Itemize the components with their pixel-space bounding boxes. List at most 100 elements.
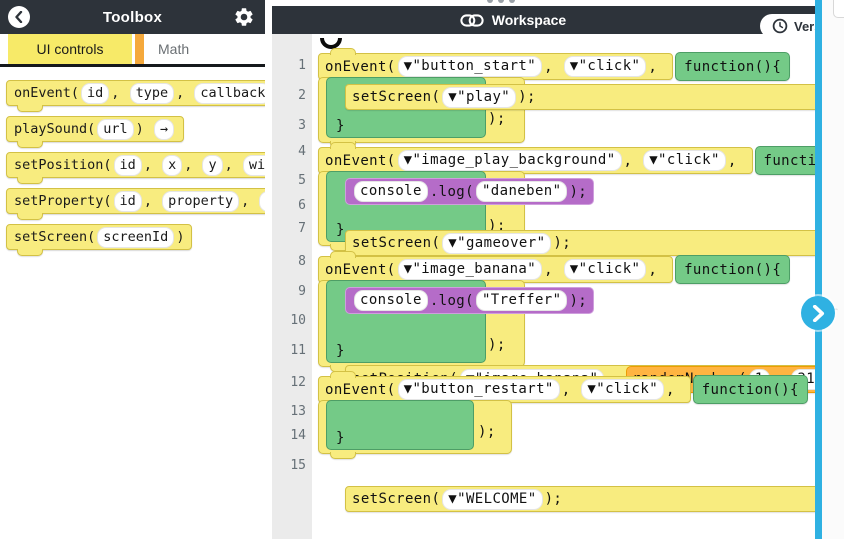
tab-label: Math <box>158 41 190 57</box>
block-connector <box>330 452 356 459</box>
code-text: setScreen( <box>14 229 96 245</box>
closing-brace: } <box>336 118 345 134</box>
code-text: , <box>111 85 128 101</box>
callback-arrow-chip: → <box>153 118 175 140</box>
code-text: setProperty( <box>14 193 112 209</box>
id-dropdown-chip[interactable]: ▼"image_play_background" <box>397 150 622 171</box>
screen-dropdown-chip[interactable]: ▼"play" <box>442 86 517 108</box>
param-chip: id <box>113 154 142 176</box>
back-button[interactable] <box>8 6 30 28</box>
screen-dropdown-chip[interactable]: ▼"gameover" <box>442 232 552 254</box>
closing-paren: ); <box>478 424 496 440</box>
tab-math[interactable]: Math <box>144 34 203 64</box>
code-text: setPosition( <box>14 157 112 173</box>
id-dropdown-chip[interactable]: ▼"image_banana" <box>397 259 543 280</box>
chevron-right-icon <box>812 304 824 322</box>
block-setscreen-welcome[interactable]: setScreen(▼"WELCOME"); <box>345 486 844 512</box>
block-console-log-treffer[interactable]: console .log("Treffer"); <box>345 287 595 314</box>
collapsed-panel-strip: r <box>822 0 844 539</box>
function-block[interactable]: function(){ <box>692 375 808 404</box>
toolbox-block-setposition[interactable]: setPosition(id, x, y, width, <box>6 152 265 184</box>
id-dropdown-chip[interactable]: ▼"button_start" <box>397 56 543 77</box>
screen-dropdown-chip[interactable]: ▼"WELCOME" <box>442 488 543 510</box>
block-connector <box>330 48 356 55</box>
event-dropdown-chip[interactable]: ▼"click" <box>643 150 726 171</box>
param-chip: type <box>129 82 175 104</box>
block-body[interactable]: playSound(url) → <box>6 116 185 142</box>
code-text: , <box>561 381 580 398</box>
code-text: ); <box>553 235 572 251</box>
string-chip[interactable]: "Treffer" <box>475 290 568 311</box>
block-connector <box>330 251 356 258</box>
event-dropdown-chip[interactable]: ▼"click" <box>581 379 665 400</box>
code-text: function(){ <box>684 261 782 278</box>
code-text: ) <box>176 229 185 245</box>
collapsed-panel-corner <box>833 0 844 18</box>
code-text: playSound( <box>14 121 96 137</box>
code-text: function(){ <box>684 58 782 75</box>
toolbox-block-playsound[interactable]: playSound(url) → <box>6 116 185 148</box>
onevent-call[interactable]: onEvent(▼"button_start", ▼"click", <box>318 48 674 80</box>
toolbox-title: Toolbox <box>102 8 163 26</box>
block-setscreen-gameover[interactable]: setScreen(▼"gameover"); <box>345 230 844 256</box>
block-body[interactable]: onEvent(id, type, callback) <box>6 80 265 106</box>
block-connector <box>17 105 43 112</box>
expand-panel-button[interactable] <box>801 296 835 330</box>
string-chip[interactable]: "daneben" <box>475 181 568 202</box>
onevent-call[interactable]: onEvent(▼"image_banana", ▼"click", <box>318 251 674 283</box>
code-text: .log( <box>429 183 474 200</box>
code-text: , <box>241 193 258 209</box>
code-text: onEvent( <box>325 152 396 169</box>
block-connector <box>17 213 43 220</box>
onevent-call[interactable]: onEvent(▼"image_play_background", ▼"clic… <box>318 142 753 174</box>
code-text: , <box>184 157 201 173</box>
code-text: onEvent( <box>325 261 396 278</box>
param-chip: screenId <box>97 226 175 248</box>
code-text: setScreen( <box>352 491 441 507</box>
event-dropdown-chip[interactable]: ▼"click" <box>563 259 647 280</box>
toolbox-block-setscreen[interactable]: setScreen(screenId) <box>6 224 193 256</box>
code-text: function(){ <box>701 381 799 398</box>
param-chip: callback <box>194 82 265 104</box>
param-chip: id <box>113 190 142 212</box>
block-connector <box>330 371 356 378</box>
param-chip: y <box>202 154 223 176</box>
block-body[interactable]: setScreen(screenId) <box>6 224 193 250</box>
code-text: setScreen( <box>352 89 441 105</box>
param-chip: value <box>259 190 265 212</box>
code-text: , <box>544 261 562 278</box>
tab-ui-controls[interactable]: UI controls <box>8 34 132 64</box>
function-block[interactable]: function(){ <box>675 52 791 81</box>
code-text: , <box>666 381 684 398</box>
code-text: , <box>727 152 746 169</box>
panel-divider[interactable] <box>815 0 822 539</box>
block-setscreen-play[interactable]: setScreen(▼"play"); <box>345 84 844 110</box>
toolbox-tabs: UI controls Math <box>0 34 265 67</box>
block-body[interactable]: setProperty(id, property, value <box>6 188 265 214</box>
code-text: , <box>648 58 667 75</box>
console-chip[interactable]: console <box>354 181 428 202</box>
gear-icon[interactable] <box>232 5 256 29</box>
function-body[interactable]: } <box>326 400 474 450</box>
param-chip: property <box>162 190 240 212</box>
block-connector <box>17 141 43 148</box>
code-text: ) <box>135 121 152 137</box>
param-chip: url <box>97 118 134 140</box>
toolbox-block-setproperty[interactable]: setProperty(id, property, value <box>6 188 265 220</box>
onevent-call[interactable]: onEvent(▼"button_restart", ▼"click", <box>318 371 691 403</box>
block-console-log-daneben[interactable]: console .log("daneben"); <box>345 178 595 205</box>
function-block[interactable]: function(){ <box>675 255 791 284</box>
code-text: , <box>143 193 161 209</box>
code-text: ); <box>544 491 563 507</box>
event-dropdown-chip[interactable]: ▼"click" <box>563 56 647 77</box>
code-text: onEvent( <box>325 58 396 75</box>
code-text: , <box>143 157 161 173</box>
toolbox-block-list: onEvent(id, type, callback) playSound(ur… <box>6 80 265 260</box>
toolbox-block-onevent[interactable]: onEvent(id, type, callback) <box>6 80 265 112</box>
block-body[interactable]: setPosition(id, x, y, width, <box>6 152 265 178</box>
chevron-left-icon <box>15 11 23 23</box>
id-dropdown-chip[interactable]: ▼"button_restart" <box>397 379 560 400</box>
code-text: , <box>176 85 193 101</box>
code-text: onEvent( <box>325 381 396 398</box>
console-chip[interactable]: console <box>354 290 428 311</box>
